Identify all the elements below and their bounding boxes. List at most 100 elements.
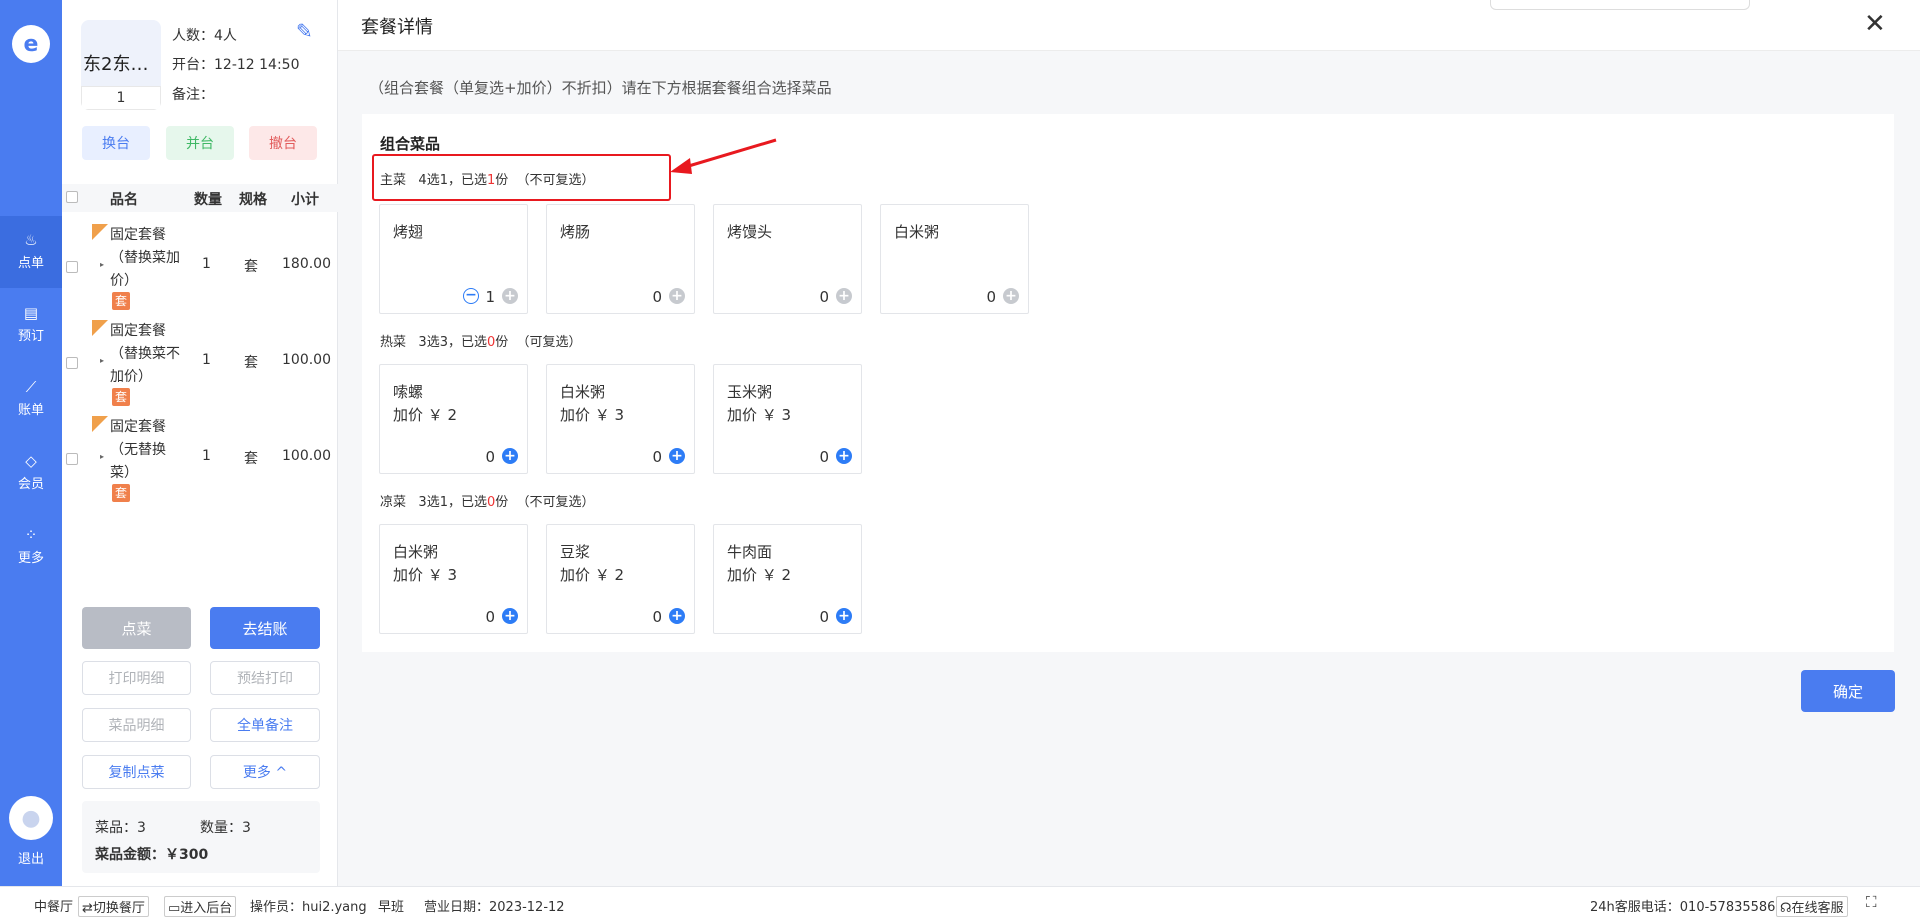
table-row[interactable]: ▸ 固定套餐（无替换菜） 套 1 套 100.00 (62, 412, 338, 508)
dish-card-name: 嗦螺 (393, 383, 424, 401)
nav-item-order[interactable]: ♨ 点单 (0, 216, 62, 288)
dish-card[interactable]: 嗦螺 加价 ￥ 2 0 + (379, 364, 528, 474)
nav-item-member[interactable]: ◇ 会员 (0, 437, 62, 509)
dish-card[interactable]: 烤翅 − 1 + (379, 204, 528, 314)
edit-icon[interactable]: ✎ (296, 19, 313, 43)
dish-subtotal: 100.00 (282, 448, 331, 464)
diamond-icon: ◇ (25, 452, 37, 470)
table-card[interactable]: 东2东… 1 (81, 20, 161, 110)
more-button[interactable]: 更多 ^ (210, 755, 320, 789)
dish-card[interactable]: 牛肉面 加价 ￥ 2 0 + (713, 524, 862, 634)
dish-card-count: 0 (652, 608, 662, 626)
hotline: 24h客服电话：010-57835586 (1590, 900, 1776, 915)
qty-count: 数量：3 (200, 820, 251, 836)
group-name: 凉菜 (380, 495, 407, 510)
close-icon[interactable]: ✕ (1864, 9, 1886, 39)
dish-count: 菜品：3 (95, 820, 146, 836)
plus-icon[interactable]: + (502, 448, 518, 464)
left-nav: e ♨ 点单 ▤ 预订 ⟋ 账单 ◇ 会员 ⁘ 更多 ● 退出 (0, 0, 62, 886)
logout-button[interactable]: 退出 (0, 848, 62, 867)
fullscreen-icon[interactable]: ⛶ (1866, 893, 1877, 911)
package-detail-modal: 套餐详情 ✕ （组合套餐（单复选+加价）不折扣）请在下方根据套餐组合选择菜品 组… (338, 0, 1920, 886)
dish-card-count: 0 (819, 608, 829, 626)
nav-item-label: 点单 (17, 256, 44, 271)
dish-card-count: 0 (652, 288, 662, 306)
plus-icon[interactable]: + (502, 288, 518, 304)
plus-icon[interactable]: + (502, 608, 518, 624)
minus-icon[interactable]: − (463, 288, 479, 304)
switch-restaurant-label: 切换餐厅 (92, 901, 145, 916)
dish-unit: 套 (244, 259, 258, 275)
row-checkbox[interactable] (66, 357, 78, 369)
merge-table-button[interactable]: 并台 (166, 126, 234, 160)
dish-card-count: 0 (819, 288, 829, 306)
plus-icon[interactable]: + (836, 608, 852, 624)
dish-card-name: 烤肠 (560, 223, 591, 241)
section-title: 组合菜品 (380, 135, 441, 153)
plus-icon[interactable]: + (1003, 288, 1019, 304)
dish-name: 固定套餐（替换菜加价） (110, 227, 180, 289)
confirm-button[interactable]: 确定 (1801, 670, 1895, 712)
chef-hat-icon: ♨ (24, 231, 38, 249)
group-selected: 0 (486, 335, 496, 350)
table-row[interactable]: ▸ 固定套餐（替换菜不加价） 套 1 套 100.00 (62, 316, 338, 412)
group-header-cold: 凉菜 3选1，已选0份 （不可复选） (380, 491, 595, 510)
plus-icon[interactable]: + (836, 288, 852, 304)
dish-detail-button[interactable]: 菜品明细 (82, 708, 191, 742)
change-table-button[interactable]: 换台 (82, 126, 150, 160)
expand-arrow-icon[interactable]: ▸ (100, 356, 104, 365)
dish-unit: 套 (244, 355, 258, 371)
dish-card[interactable]: 玉米粥 加价 ￥ 3 0 + (713, 364, 862, 474)
plus-icon[interactable]: + (836, 448, 852, 464)
order-dish-button[interactable]: 点菜 (82, 607, 191, 649)
remark: 备注： (172, 87, 214, 103)
expand-arrow-icon[interactable]: ▸ (100, 260, 104, 269)
checkout-button[interactable]: 去结账 (210, 607, 320, 649)
row-checkbox[interactable] (66, 453, 78, 465)
copy-order-button[interactable]: 复制点菜 (82, 755, 191, 789)
col-qty: 数量 (194, 192, 222, 208)
book-icon: ▤ (23, 304, 39, 322)
online-service-button[interactable]: ☊在线客服 (1776, 896, 1848, 917)
dish-card-count: 0 (819, 448, 829, 466)
enter-backend-label: 进入后台 (180, 901, 233, 916)
operator: 操作员：hui2.yang (250, 900, 367, 915)
table-row[interactable]: ▸ 固定套餐（替换菜加价） 套 1 套 180.00 (62, 220, 338, 316)
group-name: 热菜 (380, 335, 407, 350)
dish-card[interactable]: 白米粥 加价 ￥ 3 0 + (546, 364, 695, 474)
nav-item-label: 预订 (17, 329, 44, 344)
dish-card-name: 烤馒头 (727, 223, 773, 241)
dish-card[interactable]: 烤肠 0 + (546, 204, 695, 314)
switch-restaurant-button[interactable]: ⇄切换餐厅 (78, 896, 149, 917)
dish-name: 固定套餐（无替换菜） (110, 419, 166, 481)
shift: 早班 (378, 900, 405, 915)
expand-arrow-icon[interactable]: ▸ (100, 452, 104, 461)
row-checkbox[interactable] (66, 261, 78, 273)
nav-item-reserve[interactable]: ▤ 预订 (0, 289, 62, 361)
group-rule: 3选1，已选 (418, 495, 487, 510)
pre-print-button[interactable]: 预结打印 (210, 661, 320, 695)
status-bar: 中餐厅 ⇄切换餐厅 ▭进入后台 操作员：hui2.yang 早班 营业日期：20… (0, 886, 1920, 919)
avatar[interactable]: ● (9, 796, 53, 840)
note-all-button[interactable]: 全单备注 (210, 708, 320, 742)
nav-item-label: 会员 (17, 477, 44, 492)
table-name: 东2东… (83, 54, 149, 75)
nav-item-more[interactable]: ⁘ 更多 (0, 511, 62, 583)
group-rule: 3选3，已选 (418, 335, 487, 350)
cancel-table-button[interactable]: 撤台 (249, 126, 317, 160)
enter-backend-button[interactable]: ▭进入后台 (164, 896, 237, 917)
plus-icon[interactable]: + (669, 608, 685, 624)
select-all-checkbox[interactable] (66, 191, 78, 203)
business-date: 营业日期：2023-12-12 (424, 900, 565, 915)
dish-subtotal: 100.00 (282, 352, 331, 368)
dish-card[interactable]: 豆浆 加价 ￥ 2 0 + (546, 524, 695, 634)
dish-card[interactable]: 烤馒头 0 + (713, 204, 862, 314)
nav-item-bills[interactable]: ⟋ 账单 (0, 363, 62, 435)
dish-name: 固定套餐（替换菜不加价） (110, 323, 180, 385)
dish-card[interactable]: 白米粥 加价 ￥ 3 0 + (379, 524, 528, 634)
dish-card[interactable]: 白米粥 0 + (880, 204, 1029, 314)
group-mode: （可复选） (516, 335, 582, 350)
plus-icon[interactable]: + (669, 448, 685, 464)
plus-icon[interactable]: + (669, 288, 685, 304)
print-detail-button[interactable]: 打印明细 (82, 661, 191, 695)
